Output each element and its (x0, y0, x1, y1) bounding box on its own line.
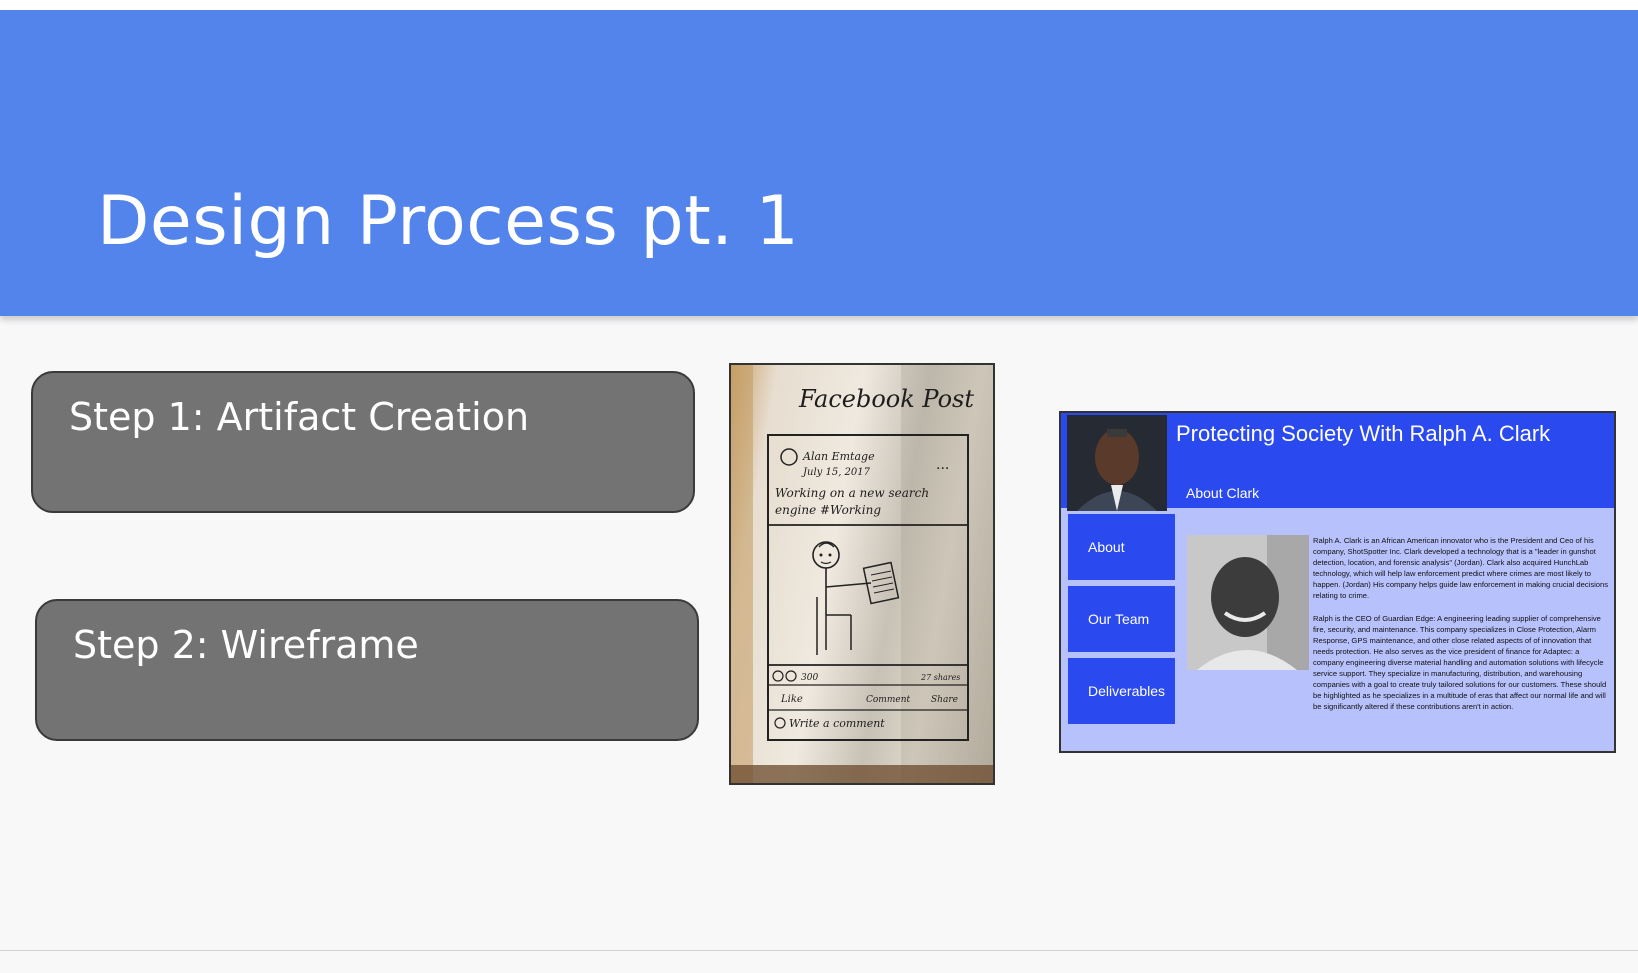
sketch-shares: 27 shares (920, 673, 960, 682)
mockup-paragraph-1: Ralph A. Clark is an African American in… (1313, 536, 1609, 600)
slide-title: Design Process pt. 1 (97, 182, 800, 261)
mockup-title: Protecting Society With Ralph A. Clark (1176, 421, 1551, 446)
sketch-share: Share (931, 695, 958, 705)
step-1-box: Step 1: Artifact Creation (31, 371, 695, 513)
slide: Design Process pt. 1 Step 1: Artifact Cr… (0, 10, 1638, 950)
step-2-label: Step 2: Wireframe (73, 623, 419, 667)
sketch-drawing: Facebook Post Alan Emtage July 15, 2017 … (731, 365, 993, 783)
sketch-post-text-1: Working on a new search (775, 486, 929, 500)
mockup-nav-about: About (1068, 514, 1175, 580)
sketch-more-icon: ... (936, 457, 949, 473)
mockup-subtitle: About Clark (1186, 485, 1260, 501)
mockup-nav-our-team: Our Team (1068, 586, 1175, 652)
sketch-heading: Facebook Post (798, 385, 974, 413)
mockup-paragraph-2: Ralph is the CEO of Guardian Edge: A eng… (1313, 614, 1607, 711)
website-mockup-image: Protecting Society With Ralph A. Clark A… (1059, 411, 1616, 753)
sketch-write-comment: Write a comment (789, 717, 885, 730)
sketch-like: Like (780, 694, 803, 705)
mockup-portrait-photo (1067, 415, 1167, 511)
step-1-label: Step 1: Artifact Creation (69, 395, 530, 439)
sketch-post-text-2: engine #Working (775, 503, 881, 517)
step-2-box: Step 2: Wireframe (35, 599, 699, 741)
facebook-post-sketch-image: Facebook Post Alan Emtage July 15, 2017 … (729, 363, 995, 785)
window-bottom-edge (0, 950, 1638, 973)
mockup-nav-deliverables: Deliverables (1068, 658, 1175, 724)
slide-header: Design Process pt. 1 (0, 10, 1638, 316)
mockup-profile-photo (1187, 535, 1309, 670)
sketch-date: July 15, 2017 (801, 467, 871, 478)
sketch-author: Alan Emtage (802, 450, 875, 463)
sketch-reactions: 300 (801, 673, 818, 683)
sketch-comment: Comment (866, 695, 910, 705)
